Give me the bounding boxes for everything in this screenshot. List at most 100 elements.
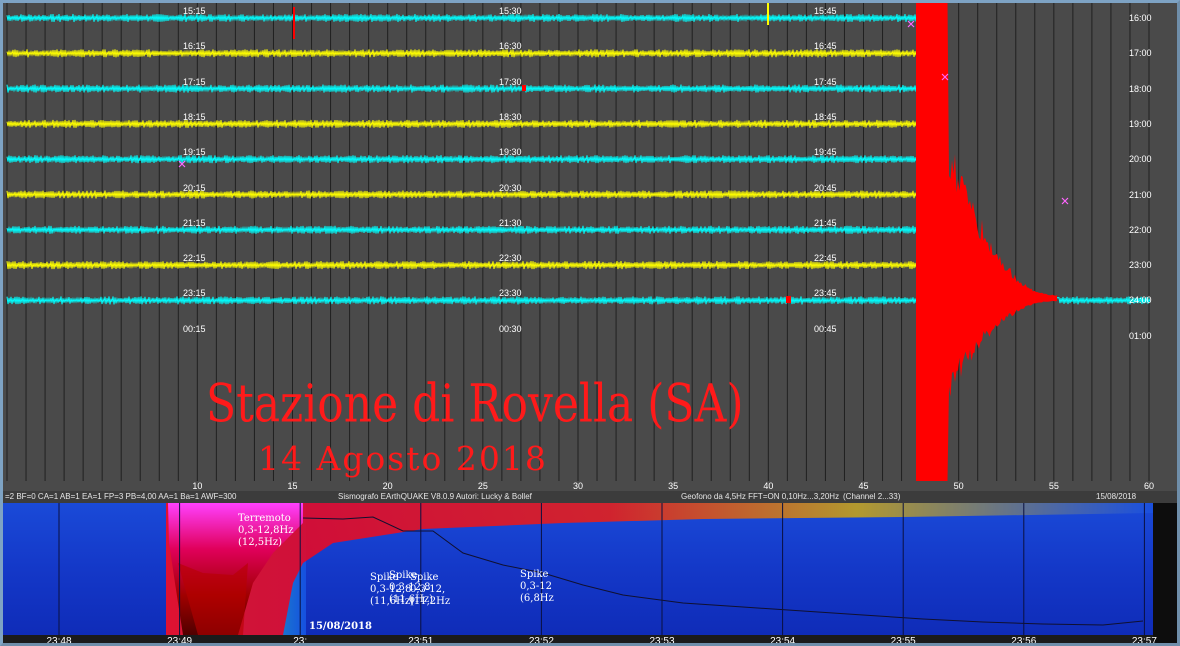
- quarter-time-label: 15:15: [183, 6, 206, 16]
- status-params: =2 BF=0 CA=1 AB=1 EA=1 FP=3 PB=4,00 AA=1…: [5, 492, 237, 501]
- spike-d-line3: (6,8Hz: [520, 593, 554, 604]
- quarter-time-label: 20:30: [499, 182, 522, 193]
- time-axis-label: 23:54: [770, 636, 796, 646]
- trace-cyan: [6, 84, 917, 93]
- status-date: 15/08/2018: [1096, 492, 1137, 501]
- quake-annotation-line3: (12,5Hz): [238, 537, 283, 548]
- quarter-time-label: 15:30: [499, 6, 522, 16]
- quarter-time-label: 16:30: [499, 41, 522, 52]
- spectrogram-time-axis: 23:48 23:49 23: 23:51 23:52 23:53 23:54 23:55 23…: [3, 635, 1157, 646]
- spike-c-line2: 0,3-12,: [410, 584, 446, 595]
- minute-tick-label: 25: [477, 481, 488, 491]
- quarter-time-label: 00:15: [183, 323, 206, 334]
- quarter-time-label: 21:15: [183, 217, 206, 228]
- earthquake-trace: [916, 3, 1057, 481]
- time-axis-label: 23:53: [649, 636, 675, 646]
- quarter-time-label: 18:30: [499, 111, 522, 122]
- status-software: Sismografo EArthQUAKE V8.0.9 Autori: Luc…: [338, 492, 532, 501]
- status-sensor: Geofono da 4,5Hz FFT=ON 0,10Hz...3,20Hz: [681, 492, 840, 501]
- quarter-time-label: 23:30: [499, 288, 522, 299]
- spectrogram-plot: [3, 503, 1153, 635]
- time-axis-label: 23:51: [408, 636, 434, 646]
- quarter-time-label: 23:15: [183, 288, 206, 299]
- hour-label: 18:00: [1129, 83, 1152, 94]
- quarter-time-label: 22:15: [183, 253, 206, 264]
- quarter-time-label: 16:45: [814, 41, 837, 52]
- quarter-time-label: 22:45: [814, 253, 837, 264]
- minute-tick-label: 30: [572, 481, 584, 491]
- status-bar: =2 BF=0 CA=1 AB=1 EA=1 FP=3 PB=4,00 AA=1…: [3, 491, 1177, 503]
- status-channel: (Channel 2...33): [843, 492, 901, 501]
- quarter-time-label: 19:45: [814, 147, 837, 158]
- minute-tick-label: 60: [1143, 481, 1155, 491]
- event-date-title: 14 Agosto 2018: [258, 439, 548, 478]
- minute-tick-label: 50: [953, 481, 964, 491]
- pick-marker: [1061, 197, 1069, 205]
- minute-tick-label: 40: [763, 481, 774, 491]
- quake-annotation: Terremoto 0,3-12,8Hz (12,5Hz): [238, 513, 294, 549]
- quarter-time-label: 23:45: [814, 288, 837, 299]
- quarter-time-label: 17:45: [814, 76, 837, 87]
- trace-cyan: [6, 13, 917, 23]
- minute-tick-label: 35: [668, 481, 679, 491]
- trace-yellow: [6, 190, 917, 199]
- minute-tick-label: 10: [192, 481, 203, 491]
- time-axis-label: 23:: [293, 636, 308, 646]
- hour-label: 16:00: [1129, 13, 1152, 23]
- quarter-time-label: 18:15: [183, 111, 206, 122]
- quarter-time-label: 19:15: [183, 147, 206, 158]
- minute-tick-label: 20: [382, 481, 393, 491]
- minute-tick-label: 15: [287, 481, 298, 491]
- spectrogram-margin: [1153, 503, 1177, 643]
- hour-label: 19:00: [1129, 118, 1152, 129]
- hour-label: 24:00: [1129, 295, 1152, 306]
- event-marker: [786, 296, 791, 303]
- quarter-time-label: 00:45: [814, 323, 837, 334]
- quarter-time-label: 17:30: [499, 76, 522, 87]
- seismograph-window: 16:00 15:15 15:30 15:45 17:00 16:15 16:30 16:45…: [0, 0, 1180, 646]
- spike-annotation-d: Spike 0,3-12 (6,8Hz: [520, 569, 554, 605]
- trace-yellow: [6, 119, 917, 128]
- hour-label: 21:00: [1129, 189, 1152, 200]
- time-axis-label: 23:52: [528, 636, 554, 646]
- pick-marker: [907, 20, 915, 28]
- station-title: Stazione di Rovella (SA): [206, 373, 744, 435]
- spike-c-line3: (11,2Hz: [410, 596, 451, 607]
- trace-yellow: [6, 49, 917, 58]
- trace-yellow: [6, 261, 917, 270]
- spike-d-line1: Spike: [520, 569, 549, 580]
- minute-tick-label: 45: [858, 481, 869, 491]
- spike-c-line1: Spike: [410, 572, 439, 583]
- quarter-time-label: 00:30: [499, 323, 522, 334]
- time-axis-label: 23:56: [1011, 636, 1037, 646]
- quarter-time-label: 20:15: [183, 182, 206, 193]
- hour-label: 20:00: [1129, 154, 1152, 165]
- quarter-time-label: 22:30: [499, 253, 522, 264]
- hour-label: 22:00: [1129, 224, 1152, 235]
- quarter-time-label: 15:45: [814, 6, 837, 16]
- quarter-time-label: 17:15: [183, 76, 206, 87]
- spectrogram-date: 15/08/2018: [309, 621, 372, 632]
- quake-annotation-line1: Terremoto: [238, 513, 291, 524]
- quarter-time-label: 18:45: [814, 111, 837, 122]
- trace-cyan: [6, 155, 917, 164]
- quake-annotation-line2: 0,3-12,8Hz: [238, 525, 294, 536]
- hour-label: 17:00: [1129, 48, 1152, 59]
- event-marker: [522, 85, 526, 91]
- quarter-time-label: 20:45: [814, 182, 837, 193]
- hour-label: 01:00: [1129, 330, 1152, 341]
- time-axis-label: 23:57: [1131, 636, 1157, 646]
- minute-tick-label: 55: [1048, 481, 1059, 491]
- time-axis-label: 23:55: [890, 636, 916, 646]
- spike-d-line2: 0,3-12: [520, 581, 553, 592]
- time-axis-label: 23:48: [46, 636, 72, 646]
- quarter-time-label: 21:30: [499, 217, 522, 228]
- time-axis-label: 23:49: [167, 636, 193, 646]
- hour-label: 23:00: [1129, 260, 1152, 271]
- quarter-time-label: 16:15: [183, 41, 206, 52]
- trace-cyan: [6, 225, 917, 234]
- quarter-time-label: 19:30: [499, 147, 522, 158]
- quarter-time-label: 21:45: [814, 217, 837, 228]
- spectrogram-panel: Terremoto 0,3-12,8Hz (12,5Hz) Spike 0,3-…: [3, 503, 1153, 635]
- spike-annotation-c: Spike 0,3-12, (11,2Hz: [410, 572, 450, 608]
